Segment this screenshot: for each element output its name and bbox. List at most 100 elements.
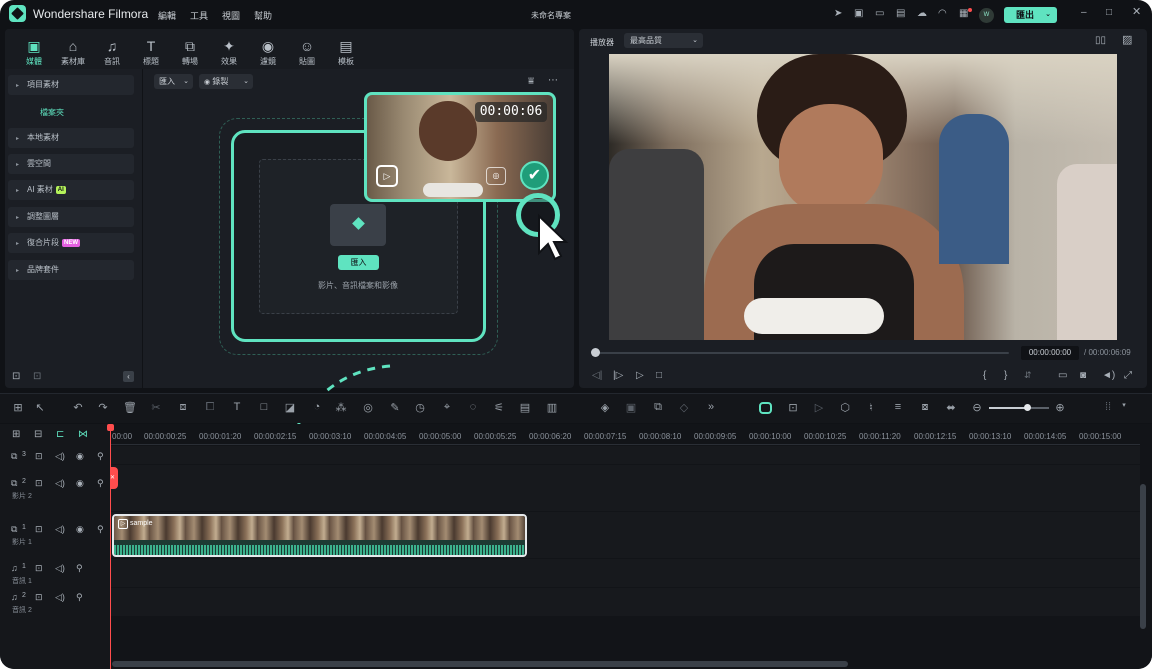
- media-thumbnail-card[interactable]: 00:00:06 ▷ ◎ ✔: [364, 92, 556, 202]
- sidebar-folder[interactable]: 檔案夾: [40, 107, 64, 118]
- transform-icon[interactable]: ▣: [624, 401, 638, 414]
- mark-out-icon[interactable]: }: [1004, 371, 1007, 381]
- sidebar-item-cloud[interactable]: ▸ 雲空間: [8, 154, 134, 174]
- freeze-icon[interactable]: ⧠: [203, 401, 217, 414]
- save-icon[interactable]: ▤: [896, 9, 905, 19]
- record-dropdown[interactable]: ◉ 錄製 ⌄: [199, 74, 253, 89]
- timer-icon[interactable]: ◷: [413, 401, 427, 414]
- color-icon[interactable]: ⁂: [334, 401, 348, 414]
- send-icon[interactable]: ➤: [834, 9, 842, 19]
- track-row-video-2[interactable]: [110, 465, 1140, 511]
- gallery-icon[interactable]: ▣: [854, 9, 863, 19]
- folder-icon[interactable]: ⊡: [35, 451, 43, 462]
- redo-icon[interactable]: ↷: [96, 401, 110, 414]
- edit-icon[interactable]: ✎: [388, 401, 402, 414]
- render-icon[interactable]: ▷: [812, 401, 826, 414]
- track-icon[interactable]: ⌖: [440, 401, 454, 414]
- tab-audio[interactable]: ♫ 音訊: [96, 38, 128, 67]
- zoom-out-icon[interactable]: ⊖: [970, 401, 984, 414]
- zoom-in-icon[interactable]: ⊕: [1053, 401, 1067, 414]
- speed-icon[interactable]: ◔: [310, 401, 324, 413]
- speaker-icon[interactable]: ◁): [55, 592, 65, 603]
- display-icon[interactable]: ▭: [1058, 371, 1067, 381]
- text-icon[interactable]: T: [230, 401, 244, 413]
- more-tools-icon[interactable]: »: [704, 401, 718, 413]
- maximize-icon[interactable]: □: [1106, 8, 1112, 18]
- subtitle-icon[interactable]: ▤: [518, 401, 532, 414]
- video-clip[interactable]: ▷ sample: [112, 514, 527, 557]
- close-icon[interactable]: ✕: [1132, 7, 1141, 18]
- sidebar-item-compound-clip[interactable]: ▸ 復合片段 NEW: [8, 233, 134, 253]
- pin-icon[interactable]: ⚲: [76, 563, 83, 574]
- track-row-video-3[interactable]: [110, 446, 1140, 464]
- import-button[interactable]: 匯入: [338, 255, 379, 270]
- new-folder-icon[interactable]: ⊡: [12, 372, 20, 382]
- speaker-icon[interactable]: ◁): [55, 524, 65, 535]
- stop-icon[interactable]: □: [656, 371, 662, 381]
- mask-icon[interactable]: ◪: [283, 401, 297, 414]
- menu-view[interactable]: 視圖: [222, 9, 240, 22]
- split-scissors-icon[interactable]: ✂: [149, 401, 163, 414]
- headset-icon[interactable]: ◠: [938, 9, 947, 19]
- eye-icon[interactable]: ◉: [76, 478, 84, 489]
- import-dropdown[interactable]: 匯入 ⌄: [154, 74, 193, 89]
- folder-icon[interactable]: ⊡: [33, 372, 41, 382]
- fullscreen-dropdown-icon[interactable]: ⇵: [1024, 371, 1032, 380]
- video-preview[interactable]: [609, 54, 1117, 340]
- step-play-icon[interactable]: |▷: [613, 371, 623, 381]
- tab-transitions[interactable]: ⧉ 轉場: [174, 38, 206, 67]
- layout-grid-icon[interactable]: ⊞: [11, 401, 25, 414]
- menu-edit[interactable]: 編輯: [158, 9, 176, 22]
- vertical-scrollbar[interactable]: [1140, 484, 1146, 629]
- pin-icon[interactable]: ⚲: [97, 524, 104, 535]
- horizontal-scrollbar[interactable]: [112, 661, 848, 667]
- sidebar-item-local-media[interactable]: ▸ 本地素材: [8, 128, 134, 148]
- shield-icon[interactable]: ⬡: [838, 401, 852, 414]
- expand-icon[interactable]: ⤢: [1124, 371, 1132, 381]
- track-layout-icon[interactable]: ⊏: [56, 430, 64, 440]
- playhead-marker[interactable]: [107, 424, 114, 431]
- sidebar-item-adjustment-layer[interactable]: ▸ 調整圖層: [8, 207, 134, 227]
- camera-icon[interactable]: ◙: [1080, 371, 1086, 381]
- pin-icon[interactable]: ⚲: [97, 478, 104, 489]
- undo-icon[interactable]: ↶: [71, 401, 85, 414]
- snap-toggle-icon[interactable]: [759, 402, 772, 414]
- tab-templates[interactable]: ▤ 模板: [330, 38, 362, 67]
- notification-icon[interactable]: ▦: [959, 9, 968, 19]
- delete-icon[interactable]: 🗑: [123, 401, 137, 414]
- add-track-icon[interactable]: ⊞: [12, 430, 20, 440]
- replace-icon[interactable]: ⧇: [918, 401, 932, 414]
- speaker-icon[interactable]: ◁): [55, 478, 65, 489]
- mark-in-icon[interactable]: {: [983, 371, 986, 381]
- grid-settings-icon[interactable]: ⁞⁞: [1101, 401, 1115, 413]
- palette-icon[interactable]: ◈: [598, 401, 612, 414]
- track-row-audio-1[interactable]: [110, 559, 1140, 587]
- adjust-icon[interactable]: ⚟: [492, 401, 506, 414]
- ai-portrait-icon[interactable]: ◎: [361, 401, 375, 414]
- folder-icon[interactable]: ⊡: [35, 592, 43, 603]
- sidebar-item-ai-media[interactable]: ▸ AI 素材 AI: [8, 180, 134, 200]
- tab-effects[interactable]: ✦ 效果: [213, 38, 245, 67]
- keyframe-icon[interactable]: ◇: [677, 401, 691, 414]
- folder-icon[interactable]: ⊡: [35, 478, 43, 489]
- select-pointer-icon[interactable]: ↖: [33, 401, 47, 414]
- audio-stretch-icon[interactable]: ▥: [545, 401, 559, 414]
- playback-handle[interactable]: [591, 348, 600, 357]
- cloud-icon[interactable]: ☁: [917, 9, 927, 19]
- eye-icon[interactable]: ◉: [76, 451, 84, 462]
- quality-dropdown[interactable]: 最高品質 ⌄: [624, 33, 703, 48]
- chevron-down-icon[interactable]: ▾: [1117, 401, 1131, 409]
- shape-icon[interactable]: □: [257, 401, 271, 413]
- snapshot-view-icon[interactable]: ▨: [1122, 35, 1132, 46]
- zoom-slider-handle[interactable]: [1024, 404, 1031, 411]
- speaker-icon[interactable]: ◁): [55, 451, 65, 462]
- avatar[interactable]: W: [979, 8, 994, 23]
- folder-icon[interactable]: ⊡: [35, 524, 43, 535]
- tab-stickers[interactable]: ☺ 貼圖: [291, 38, 323, 67]
- more-options-icon[interactable]: ⋯: [548, 76, 558, 86]
- playhead-line[interactable]: [110, 424, 111, 669]
- play-icon[interactable]: ▷: [636, 371, 644, 381]
- pin-icon[interactable]: ⚲: [97, 451, 104, 462]
- music-list-icon[interactable]: ≡: [891, 401, 905, 413]
- fit-icon[interactable]: ⬌: [944, 401, 958, 414]
